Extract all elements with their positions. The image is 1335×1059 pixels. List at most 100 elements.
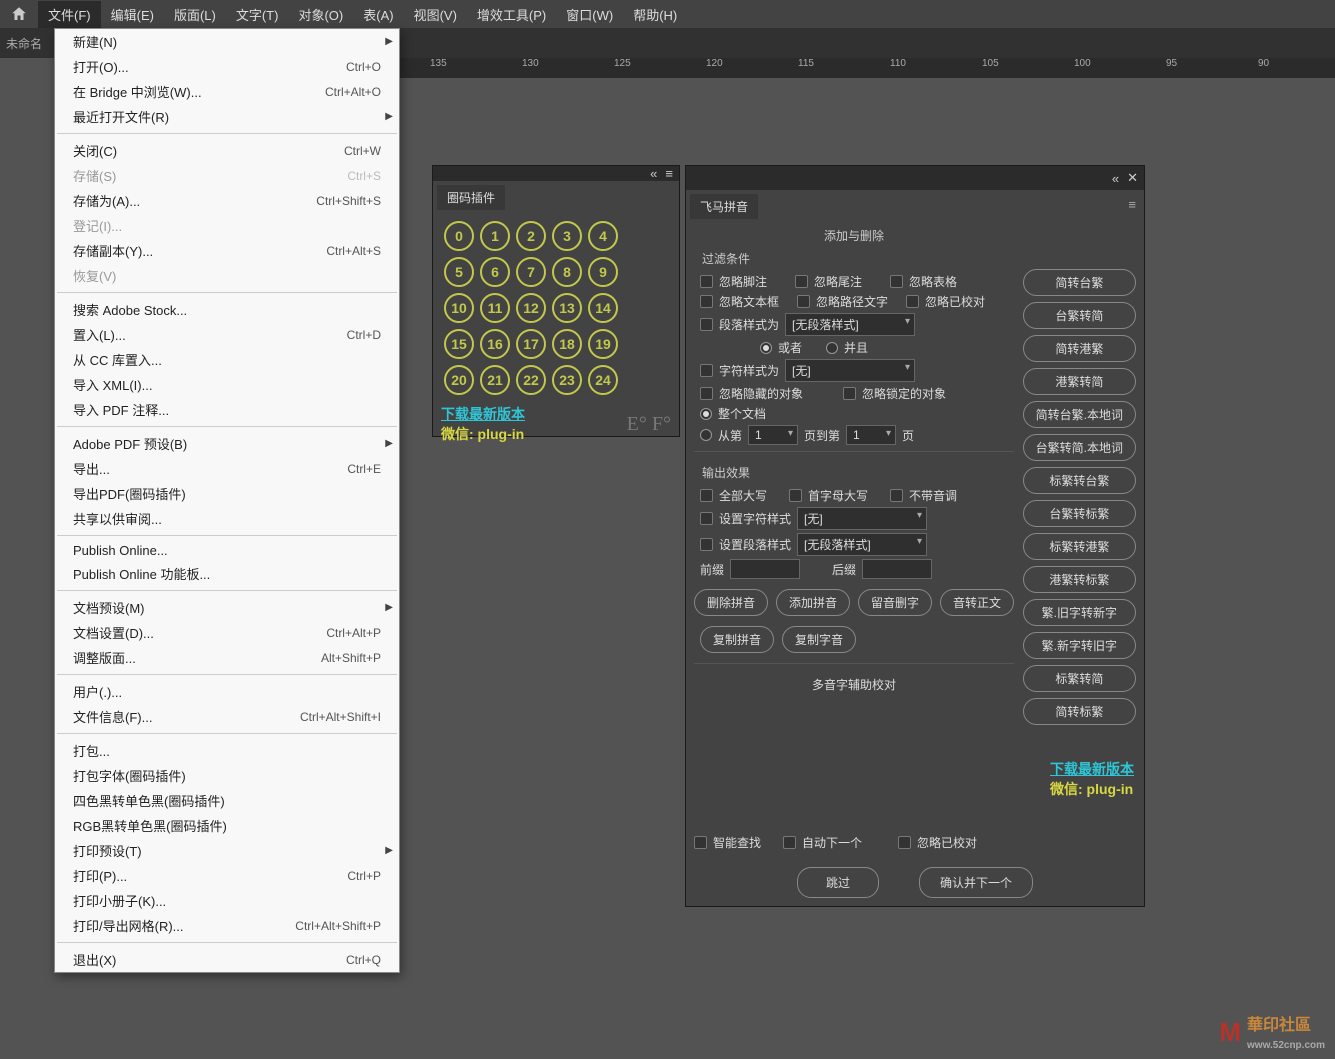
panel-chevron-icon[interactable]: «	[650, 166, 657, 181]
file-menu-item[interactable]: 用户(.)...	[55, 679, 399, 704]
action-button[interactable]: 复制字音	[782, 626, 856, 653]
file-menu-item[interactable]: RGB黑转单色黑(圈码插件)	[55, 813, 399, 838]
menu-0[interactable]: 文件(F)	[38, 1, 101, 28]
circled-number-21[interactable]: 21	[480, 365, 510, 395]
file-menu-item[interactable]: 打开(O)...Ctrl+O	[55, 54, 399, 79]
confirm-button[interactable]: 确认并下一个	[919, 867, 1033, 898]
panel-tab[interactable]: 飞马拼音	[690, 194, 758, 219]
download-link[interactable]: 下载最新版本	[441, 406, 525, 422]
tab-label[interactable]: 未命名	[6, 35, 42, 52]
chk-notone[interactable]	[890, 489, 903, 502]
radio-or[interactable]	[760, 342, 772, 354]
convert-button[interactable]: 简转台繁	[1023, 269, 1136, 296]
file-menu-item[interactable]: 打包字体(圈码插件)	[55, 763, 399, 788]
radio-wholedoc[interactable]	[700, 408, 712, 420]
file-menu-item[interactable]: 从 CC 库置入...	[55, 347, 399, 372]
circled-number-0[interactable]: 0	[444, 221, 474, 251]
page-from[interactable]: 1	[748, 425, 798, 445]
menu-9[interactable]: 帮助(H)	[623, 1, 687, 28]
menu-3[interactable]: 文字(T)	[226, 1, 289, 28]
chk-smartfind[interactable]	[694, 836, 707, 849]
panel-tab[interactable]: 圈码插件	[437, 185, 505, 210]
file-menu-item[interactable]: 导出PDF(圈码插件)	[55, 481, 399, 506]
convert-button[interactable]: 港繁转标繁	[1023, 566, 1136, 593]
action-button[interactable]: 删除拼音	[694, 589, 768, 616]
circled-number-4[interactable]: 4	[588, 221, 618, 251]
chk-charstyle[interactable]	[700, 364, 713, 377]
circled-number-2[interactable]: 2	[516, 221, 546, 251]
circled-number-7[interactable]: 7	[516, 257, 546, 287]
convert-button[interactable]: 繁.新字转旧字	[1023, 632, 1136, 659]
home-icon[interactable]	[10, 5, 28, 23]
circled-number-12[interactable]: 12	[516, 293, 546, 323]
chk-pathtext[interactable]	[797, 295, 810, 308]
circled-number-6[interactable]: 6	[480, 257, 510, 287]
set-para-select[interactable]: [无段落样式]	[797, 533, 927, 556]
circled-number-14[interactable]: 14	[588, 293, 618, 323]
circled-number-1[interactable]: 1	[480, 221, 510, 251]
download-link[interactable]: 下载最新版本	[1050, 761, 1134, 777]
chk-autonext[interactable]	[783, 836, 796, 849]
chk-textbox[interactable]	[700, 295, 713, 308]
circled-number-18[interactable]: 18	[552, 329, 582, 359]
panel-close-icon[interactable]: ✕	[1127, 170, 1138, 186]
file-menu-item[interactable]: 文件信息(F)...Ctrl+Alt+Shift+I	[55, 704, 399, 729]
file-menu-item[interactable]: 文档设置(D)...Ctrl+Alt+P	[55, 620, 399, 645]
circled-number-16[interactable]: 16	[480, 329, 510, 359]
file-menu-item[interactable]: 导出...Ctrl+E	[55, 456, 399, 481]
file-menu-item[interactable]: 打印/导出网格(R)...Ctrl+Alt+Shift+P	[55, 913, 399, 938]
chk-allcaps[interactable]	[700, 489, 713, 502]
file-menu-item[interactable]: 调整版面...Alt+Shift+P	[55, 645, 399, 670]
file-menu-item[interactable]: 打包...	[55, 738, 399, 763]
circled-number-9[interactable]: 9	[588, 257, 618, 287]
file-menu-item[interactable]: 打印小册子(K)...	[55, 888, 399, 913]
prefix-input[interactable]	[730, 559, 800, 579]
file-menu-item[interactable]: Adobe PDF 预设(B)▶	[55, 431, 399, 456]
circled-number-20[interactable]: 20	[444, 365, 474, 395]
chk-endnote[interactable]	[795, 275, 808, 288]
menu-7[interactable]: 增效工具(P)	[467, 1, 556, 28]
action-button[interactable]: 添加拼音	[776, 589, 850, 616]
circled-number-24[interactable]: 24	[588, 365, 618, 395]
suffix-input[interactable]	[862, 559, 932, 579]
convert-button[interactable]: 简转台繁.本地词	[1023, 401, 1136, 428]
convert-button[interactable]: 标繁转简	[1023, 665, 1136, 692]
chk-setpara[interactable]	[700, 538, 713, 551]
circled-number-15[interactable]: 15	[444, 329, 474, 359]
file-menu-item[interactable]: 四色黑转单色黑(圈码插件)	[55, 788, 399, 813]
file-menu-item[interactable]: 关闭(C)Ctrl+W	[55, 138, 399, 163]
chk-hidden[interactable]	[700, 387, 713, 400]
file-menu-item[interactable]: 共享以供审阅...	[55, 506, 399, 531]
convert-button[interactable]: 繁.旧字转新字	[1023, 599, 1136, 626]
convert-button[interactable]: 台繁转简	[1023, 302, 1136, 329]
circled-number-13[interactable]: 13	[552, 293, 582, 323]
chk-locked[interactable]	[843, 387, 856, 400]
menu-8[interactable]: 窗口(W)	[556, 1, 623, 28]
convert-button[interactable]: 台繁转标繁	[1023, 500, 1136, 527]
skip-button[interactable]: 跳过	[797, 867, 879, 898]
menu-1[interactable]: 编辑(E)	[101, 1, 164, 28]
file-menu-item[interactable]: 存储副本(Y)...Ctrl+Alt+S	[55, 238, 399, 263]
menu-2[interactable]: 版面(L)	[164, 1, 226, 28]
circled-number-8[interactable]: 8	[552, 257, 582, 287]
convert-button[interactable]: 港繁转简	[1023, 368, 1136, 395]
page-to[interactable]: 1	[846, 425, 896, 445]
panel-menu-icon[interactable]: ≡	[665, 166, 673, 181]
convert-button[interactable]: 标繁转港繁	[1023, 533, 1136, 560]
action-button[interactable]: 音转正文	[940, 589, 1014, 616]
convert-button[interactable]: 简转标繁	[1023, 698, 1136, 725]
panel-menu-icon[interactable]: ≡	[1128, 197, 1144, 212]
action-button[interactable]: 复制拼音	[700, 626, 774, 653]
file-menu-item[interactable]: Publish Online 功能板...	[55, 561, 399, 586]
circled-number-3[interactable]: 3	[552, 221, 582, 251]
circled-number-23[interactable]: 23	[552, 365, 582, 395]
menu-5[interactable]: 表(A)	[353, 1, 403, 28]
file-menu-item[interactable]: 在 Bridge 中浏览(W)...Ctrl+Alt+O	[55, 79, 399, 104]
convert-button[interactable]: 标繁转台繁	[1023, 467, 1136, 494]
file-menu-item[interactable]: 文档预设(M)▶	[55, 595, 399, 620]
file-menu-item[interactable]: 打印预设(T)▶	[55, 838, 399, 863]
radio-and[interactable]	[826, 342, 838, 354]
char-style-select[interactable]: [无]	[785, 359, 915, 382]
chk-setchar[interactable]	[700, 512, 713, 525]
circled-number-17[interactable]: 17	[516, 329, 546, 359]
